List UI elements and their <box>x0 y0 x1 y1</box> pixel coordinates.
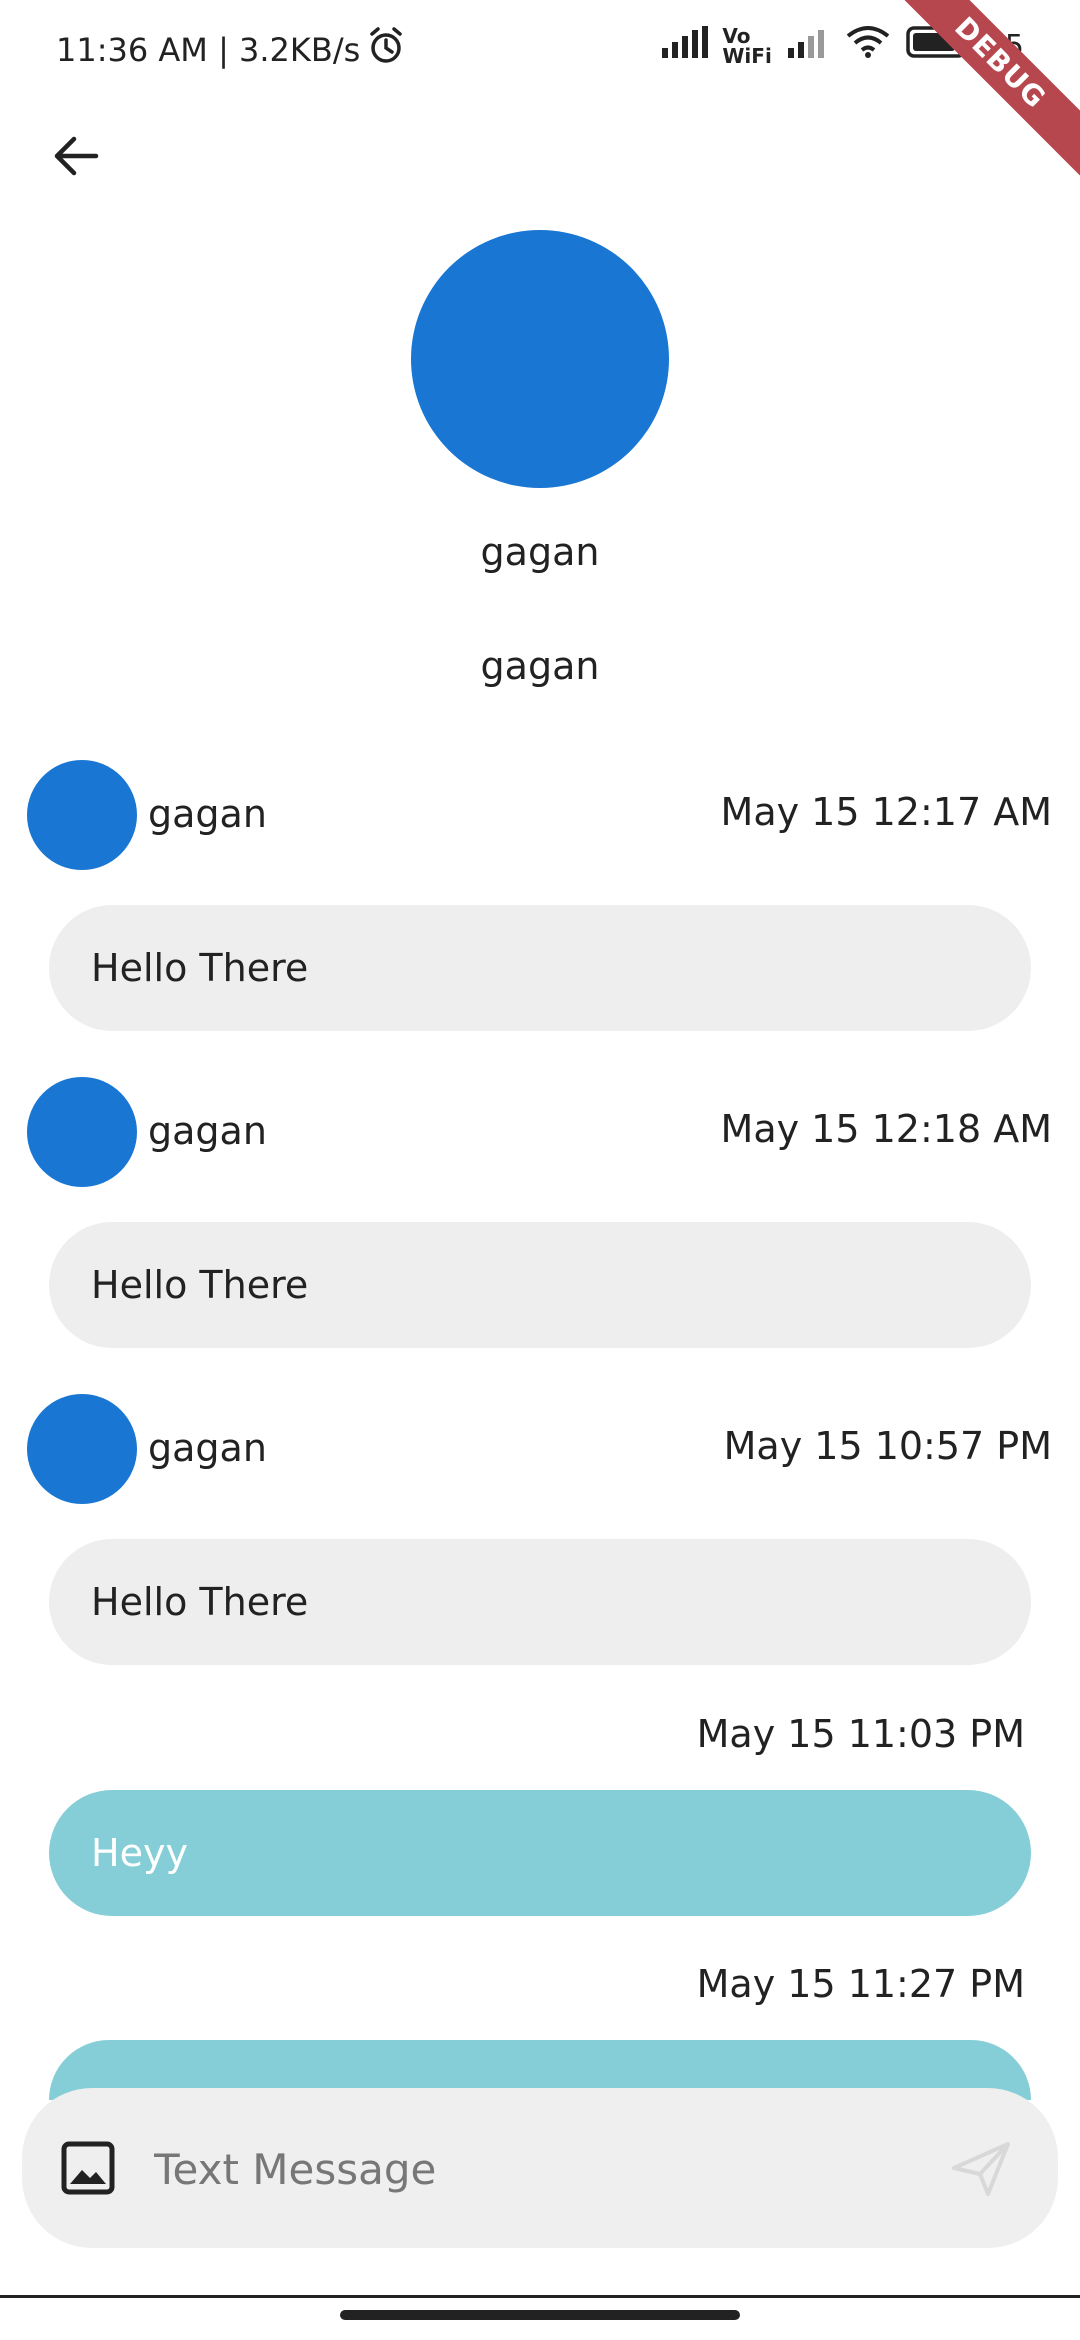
avatar[interactable] <box>27 1077 137 1187</box>
message-bubble[interactable]: Hello There <box>49 1539 1031 1665</box>
status-time: 11:36 AM | 3.2KB/s <box>56 31 361 69</box>
back-button[interactable] <box>40 120 112 192</box>
avatar[interactable] <box>27 760 137 870</box>
home-indicator[interactable] <box>340 2310 740 2320</box>
status-bar: 11:36 AM | 3.2KB/s Vo WiFi DEBUG <box>0 0 1080 186</box>
volte-indicator: Vo WiFi <box>722 26 771 66</box>
profile-handle: gagan <box>480 644 600 688</box>
image-icon <box>61 2141 115 2195</box>
message-text: Hello There <box>91 1580 309 1624</box>
message-time: May 15 10:57 PM <box>723 1424 1052 1468</box>
sent-message-time: May 15 11:03 PM <box>696 1712 1025 1756</box>
message-input[interactable] <box>152 2128 936 2210</box>
message-text: Hello There <box>91 1263 309 1307</box>
message-time: May 15 12:18 AM <box>720 1107 1052 1151</box>
message-bubble[interactable]: Hello There <box>49 1222 1031 1348</box>
message-header: gagan May 15 10:57 PM <box>0 1394 1080 1504</box>
sender-name: gagan <box>148 1426 267 1470</box>
profile-name: gagan <box>480 530 600 574</box>
volte-bottom: WiFi <box>722 44 772 68</box>
sender-name: gagan <box>148 1109 267 1153</box>
sent-message-time: May 15 11:27 PM <box>696 1962 1025 2006</box>
composer-bar <box>22 2088 1058 2248</box>
signal-icon-secondary <box>786 24 830 68</box>
alarm-icon <box>366 26 406 74</box>
wifi-icon <box>844 24 892 68</box>
avatar[interactable] <box>27 1394 137 1504</box>
status-left: 11:36 AM | 3.2KB/s <box>56 26 406 74</box>
message-time: May 15 12:17 AM <box>720 790 1052 834</box>
sender-name: gagan <box>148 792 267 836</box>
sent-message-bubble[interactable]: Heyy <box>49 1790 1031 1916</box>
message-bubble[interactable]: Hello There <box>49 905 1031 1031</box>
message-header: gagan May 15 12:18 AM <box>0 1077 1080 1187</box>
profile-avatar[interactable] <box>411 230 669 488</box>
message-header: gagan May 15 12:17 AM <box>0 760 1080 870</box>
arrow-left-icon <box>54 136 99 176</box>
message-text: Heyy <box>91 1831 188 1875</box>
message-text: Hello There <box>91 946 309 990</box>
send-button[interactable] <box>948 2138 1014 2198</box>
image-button[interactable] <box>58 2138 118 2198</box>
bottom-divider <box>0 2295 1080 2298</box>
volte-top: Vo <box>722 24 751 48</box>
signal-icon <box>660 24 709 68</box>
send-icon <box>952 2142 1010 2196</box>
